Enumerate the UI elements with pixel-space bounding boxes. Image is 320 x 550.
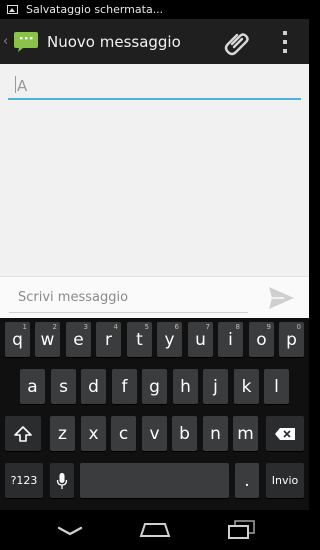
key-hint: 8 [235, 323, 240, 331]
key-label: y [164, 329, 175, 350]
back-icon[interactable] [56, 522, 84, 538]
key-label: p [286, 329, 297, 350]
text-cursor [15, 76, 16, 93]
enter-key[interactable]: Invio [266, 463, 304, 498]
key-g[interactable]: g [142, 369, 167, 404]
page-title: Nuovo messaggio [47, 32, 181, 51]
key-hint: 5 [144, 323, 149, 331]
key-label: u [195, 329, 206, 350]
key-u[interactable]: u7 [188, 322, 213, 357]
key-y[interactable]: y6 [157, 322, 182, 357]
key-label: q [12, 329, 23, 350]
key-p[interactable]: p0 [279, 322, 304, 357]
key-label: e [73, 329, 84, 350]
key-k[interactable]: k [234, 369, 259, 404]
key-a[interactable]: a [20, 369, 45, 404]
key-v[interactable]: v [142, 416, 167, 451]
key-f[interactable]: f [112, 369, 137, 404]
paperclip-icon[interactable] [223, 28, 251, 56]
key-label: o [256, 329, 267, 350]
message-content-area: A [0, 64, 309, 276]
key-hint: 3 [83, 323, 88, 331]
key-hint: 9 [266, 323, 271, 331]
soft-keyboard: q1 w2 e3 r4 t5 y6 u7 i8 o9 p0 a s d f g … [0, 318, 309, 510]
key-hint: 0 [296, 323, 301, 331]
key-label: r [105, 329, 112, 350]
key-e[interactable]: e3 [66, 322, 91, 357]
shift-icon [14, 425, 32, 442]
up-caret-icon[interactable]: ‹ [3, 34, 11, 49]
space-key[interactable] [80, 463, 229, 498]
image-icon [7, 5, 18, 14]
action-bar: ‹ Nuovo messaggio [0, 19, 309, 64]
send-icon[interactable] [266, 284, 296, 312]
key-t[interactable]: t5 [127, 322, 152, 357]
key-n[interactable]: n [203, 416, 228, 451]
status-notification-text: Salvataggio schermata... [26, 3, 164, 16]
message-input[interactable]: Scrivi messaggio [9, 283, 248, 313]
key-x[interactable]: x [81, 416, 106, 451]
key-z[interactable]: z [50, 416, 75, 451]
key-hint: 7 [205, 323, 210, 331]
key-r[interactable]: r4 [96, 322, 121, 357]
key-w[interactable]: w2 [35, 322, 60, 357]
recents-icon[interactable] [226, 520, 256, 540]
key-h[interactable]: h [173, 369, 198, 404]
microphone-icon [56, 472, 68, 489]
backspace-icon [275, 427, 295, 440]
speech-bubble-icon[interactable] [13, 31, 39, 53]
status-bar: Salvataggio schermata... [0, 0, 309, 19]
key-q[interactable]: q1 [5, 322, 30, 357]
backspace-key[interactable] [266, 416, 304, 451]
recipient-input[interactable]: A [8, 70, 301, 100]
key-hint: 4 [113, 323, 118, 331]
key-j[interactable]: j [203, 369, 228, 404]
mic-key[interactable] [50, 463, 74, 498]
key-l[interactable]: l [264, 369, 289, 404]
compose-bar: Scrivi messaggio [0, 276, 309, 318]
key-hint: 6 [174, 323, 179, 331]
symbols-key[interactable]: ?123 [5, 463, 43, 498]
key-b[interactable]: b [172, 416, 197, 451]
navigation-bar [0, 510, 309, 550]
key-s[interactable]: s [51, 369, 76, 404]
home-icon[interactable] [139, 522, 171, 538]
key-c[interactable]: c [111, 416, 136, 451]
key-o[interactable]: o9 [249, 322, 274, 357]
key-label: w [40, 329, 55, 350]
key-hint: 1 [22, 323, 27, 331]
key-label: t [136, 329, 143, 350]
period-key[interactable]: . [235, 463, 259, 498]
shift-key[interactable] [5, 416, 41, 451]
message-placeholder: Scrivi messaggio [18, 290, 129, 305]
overflow-menu-icon[interactable] [281, 31, 289, 53]
key-label: i [228, 329, 233, 350]
key-m[interactable]: m [233, 416, 258, 451]
key-hint: 2 [52, 323, 57, 331]
key-i[interactable]: i8 [218, 322, 243, 357]
recipient-placeholder: A [17, 77, 28, 95]
key-d[interactable]: d [81, 369, 106, 404]
